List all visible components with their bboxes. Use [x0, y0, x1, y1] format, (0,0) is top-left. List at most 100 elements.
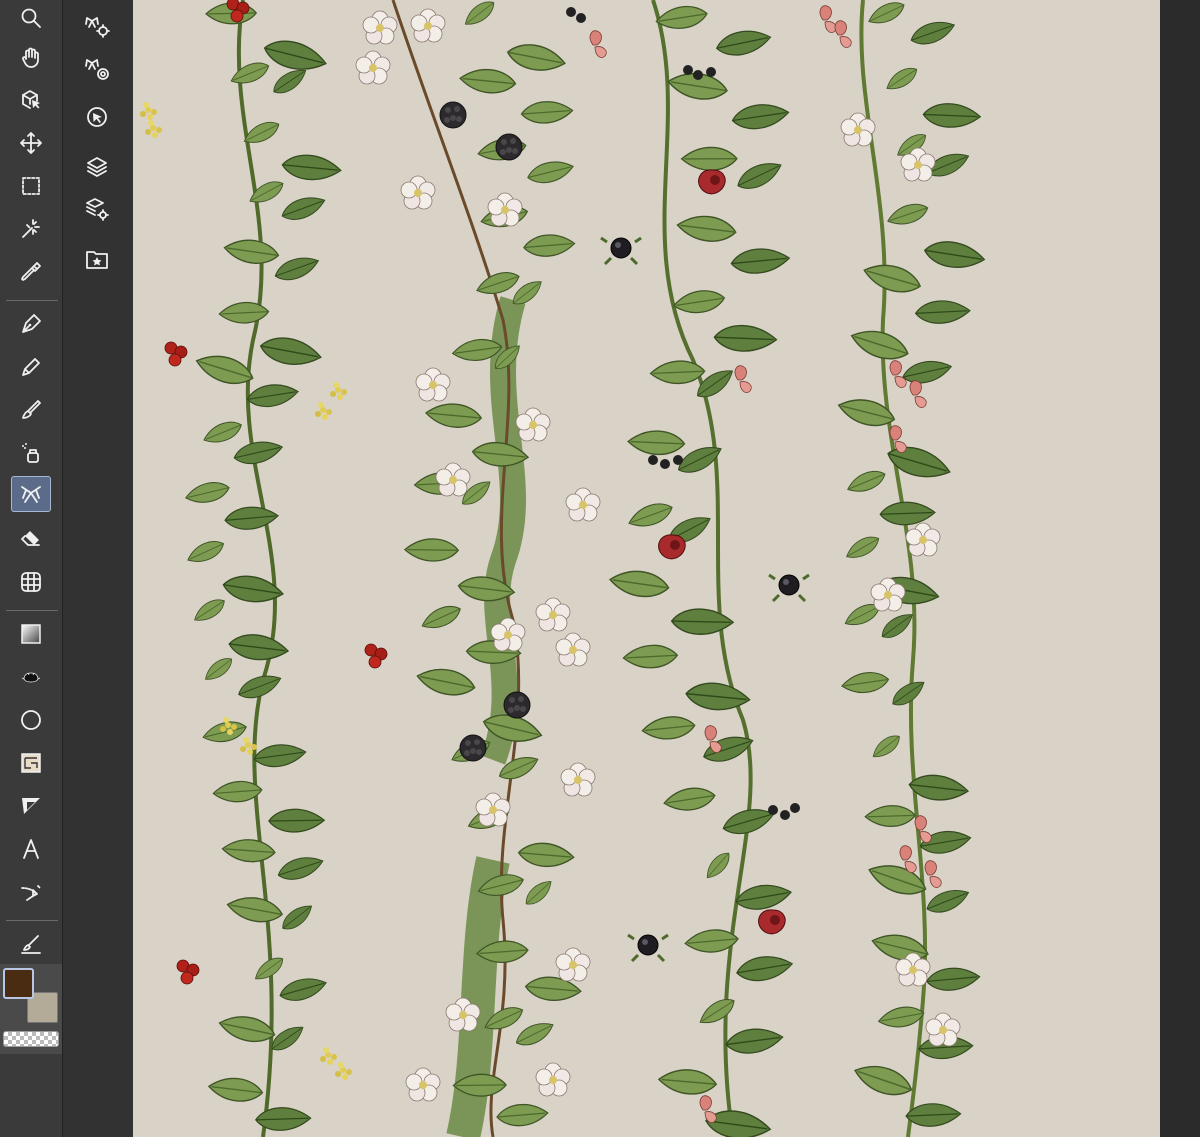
ribbon-icon[interactable]: [11, 476, 51, 512]
sub-tool-column: [63, 0, 133, 1137]
leaf: [516, 840, 576, 870]
leaf: [670, 607, 735, 636]
leaf: [730, 100, 791, 133]
circle-cursor-icon[interactable]: [77, 100, 117, 134]
leaf: [626, 429, 686, 457]
text-A-icon[interactable]: [11, 831, 51, 867]
leaf: [868, 730, 904, 763]
eyedropper-icon[interactable]: [11, 254, 51, 290]
leaf: [473, 267, 523, 300]
leaf: [183, 478, 232, 508]
leaf: [925, 965, 982, 993]
leaf: [504, 39, 568, 76]
leaf: [495, 1101, 550, 1129]
leaf: [227, 57, 273, 90]
layers-cog-icon[interactable]: [77, 192, 117, 226]
leaf: [876, 1003, 927, 1032]
pencil-icon[interactable]: [11, 349, 51, 385]
gradient-icon[interactable]: [11, 616, 51, 652]
leaf: [521, 876, 557, 910]
magnifier-icon[interactable]: [11, 0, 51, 36]
leaf: [227, 631, 291, 664]
canvas[interactable]: [133, 0, 1160, 1137]
leaf: [914, 298, 972, 326]
leaf: [733, 155, 786, 196]
correct-line-icon[interactable]: [11, 874, 51, 910]
eraser-icon[interactable]: [11, 521, 51, 557]
move-arrows-icon[interactable]: [11, 125, 51, 161]
vine-1: [140, 0, 388, 1137]
leaf: [675, 212, 738, 245]
ribbon-gear-icon[interactable]: [77, 10, 117, 44]
leaf: [520, 99, 574, 126]
leaf: [729, 245, 791, 277]
leaf: [723, 1024, 785, 1057]
leaf: [713, 323, 778, 354]
leaf: [847, 323, 913, 367]
leaf: [274, 851, 327, 885]
leaf: [414, 663, 478, 701]
folder-star-icon[interactable]: [77, 242, 117, 276]
leaf: [864, 804, 917, 828]
leaf: [695, 993, 739, 1030]
leaf: [223, 504, 280, 532]
object-select-icon[interactable]: [11, 82, 51, 118]
leaf: [884, 199, 931, 230]
leaf: [622, 643, 679, 670]
marquee-icon[interactable]: [11, 168, 51, 204]
main-color-swatch[interactable]: [3, 968, 34, 999]
blend-grid-icon[interactable]: [11, 564, 51, 600]
brush-icon[interactable]: [11, 392, 51, 428]
leaf: [882, 62, 922, 96]
pen-nib-icon[interactable]: [11, 306, 51, 342]
hand-icon[interactable]: [11, 40, 51, 76]
leaf: [524, 156, 576, 188]
leaf: [523, 974, 583, 1004]
right-panel-edge: [1160, 0, 1200, 1137]
leaf: [460, 0, 499, 31]
leaf: [657, 1066, 719, 1097]
leaf: [183, 535, 228, 568]
leaf: [922, 237, 987, 273]
layers-icon[interactable]: [77, 150, 117, 184]
vine-4: [819, 0, 987, 1137]
leaf: [222, 235, 281, 268]
leaf: [640, 713, 697, 743]
leaf: [840, 669, 891, 697]
leaf: [703, 1106, 773, 1137]
leaf: [850, 1058, 917, 1103]
brush-ruler-icon[interactable]: [11, 926, 51, 962]
ribbon-target-icon[interactable]: [77, 52, 117, 86]
vine-2: [355, 0, 601, 1137]
transparent-color-swatch[interactable]: [3, 1031, 59, 1047]
leaf: [680, 146, 738, 172]
leaf: [661, 784, 718, 815]
leaf: [280, 152, 343, 184]
balloon-icon[interactable]: [11, 788, 51, 824]
leaf: [257, 332, 324, 371]
airbrush-icon[interactable]: [11, 435, 51, 471]
leaf: [424, 400, 484, 431]
leaf: [252, 740, 308, 770]
leaf: [684, 679, 752, 714]
vine-3: [566, 0, 811, 1137]
leaf: [276, 972, 330, 1006]
circle-icon[interactable]: [11, 702, 51, 738]
leaf: [221, 837, 277, 864]
magic-wand-icon[interactable]: [11, 211, 51, 247]
leaf: [649, 359, 706, 386]
leaf: [404, 537, 460, 563]
leaf: [734, 951, 795, 985]
leaf: [224, 892, 285, 927]
frame-icon[interactable]: [11, 745, 51, 781]
leaf: [216, 1010, 278, 1047]
leaf: [231, 436, 286, 469]
fill-splat-icon[interactable]: [11, 659, 51, 695]
leaf: [922, 102, 982, 130]
tool-divider: [6, 300, 58, 301]
leaf: [864, 0, 908, 30]
leaf: [271, 251, 322, 286]
leaf: [879, 500, 936, 527]
leaf: [900, 356, 954, 388]
leaf: [512, 1016, 558, 1051]
